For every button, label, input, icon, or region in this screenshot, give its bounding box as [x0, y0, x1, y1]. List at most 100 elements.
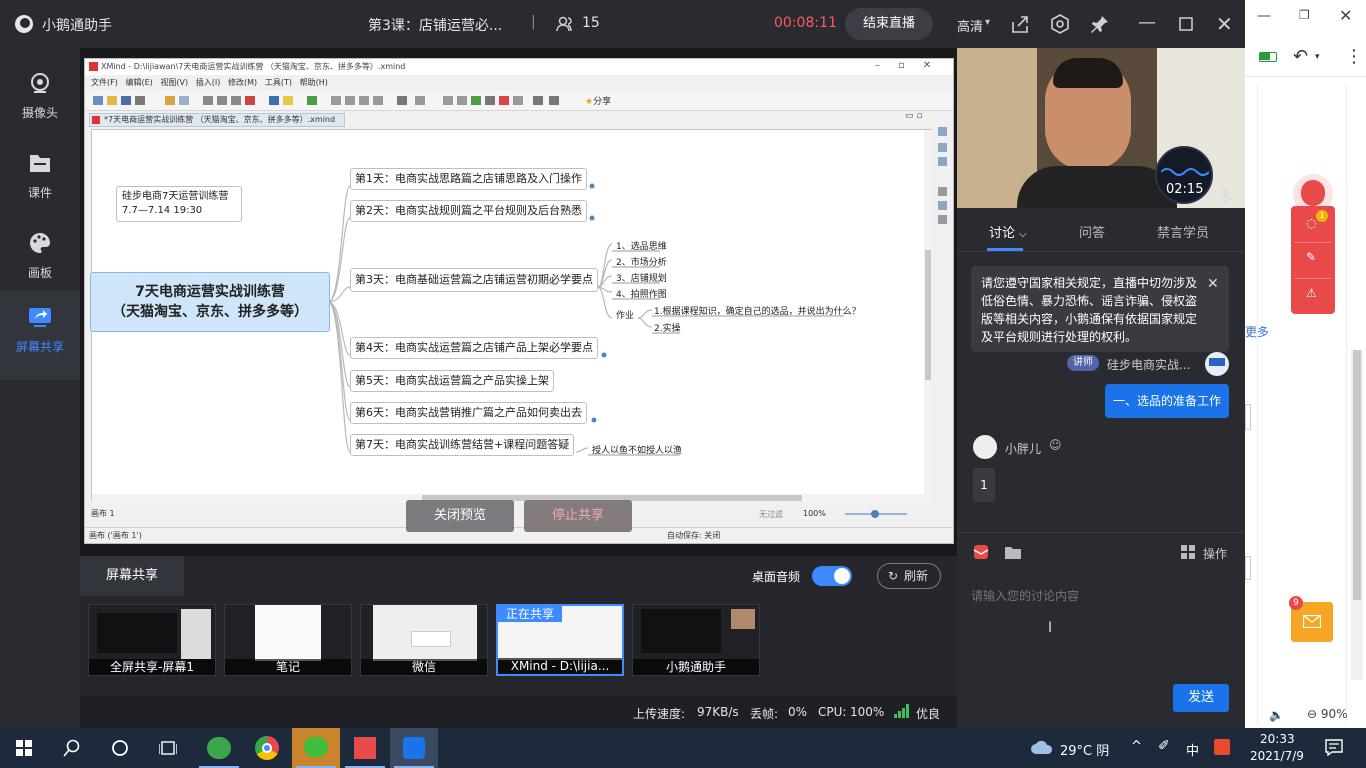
- sogou-icon[interactable]: [1214, 739, 1230, 755]
- more-icon[interactable]: ⋮: [1345, 46, 1363, 67]
- menu-insert[interactable]: 插入(I): [196, 78, 221, 87]
- subtopic-planning[interactable]: 3、店铺规划: [616, 271, 667, 284]
- menu-view[interactable]: 视图(V): [160, 78, 188, 87]
- homework-item-1[interactable]: 1.根据课程知识，确定自己的选品，并说出为什么？: [654, 304, 861, 317]
- close-notice-icon[interactable]: ✕: [1207, 276, 1219, 292]
- stop-share-button[interactable]: 停止共享: [524, 500, 632, 532]
- topic-day-7[interactable]: 第7天：电商实战训练营结营+课程问题答疑: [350, 434, 575, 456]
- microphone-icon[interactable]: [1220, 188, 1232, 204]
- warning-icon[interactable]: ⚠: [1306, 286, 1317, 300]
- undo-icon[interactable]: ↶: [1293, 46, 1308, 67]
- tab-muted-students[interactable]: 禁言学员: [1157, 222, 1209, 241]
- subtopic-day7[interactable]: 授人以鱼不如授人以渔: [592, 443, 682, 456]
- menu-tools[interactable]: 工具(T): [265, 78, 292, 87]
- operations-button[interactable]: 操作: [1203, 545, 1227, 562]
- taskbar-app-chrome[interactable]: [243, 728, 291, 768]
- menu-help[interactable]: 帮助(H): [300, 78, 328, 87]
- close-icon[interactable]: ✕: [1216, 14, 1233, 34]
- topic-day-4[interactable]: 第4天：电商实战运营篇之店铺产品上架必学要点: [350, 337, 598, 359]
- taskbar-app-xiaoe[interactable]: [390, 728, 438, 768]
- tab-discussion[interactable]: 讨论 ⌵: [989, 222, 1027, 241]
- ime-indicator[interactable]: 中: [1186, 740, 1199, 759]
- subtopic-photo[interactable]: 4、拍照作图: [616, 287, 667, 300]
- menu-edit[interactable]: 编辑(E): [125, 78, 152, 87]
- taskbar-app-xmind[interactable]: [341, 728, 389, 768]
- end-live-button[interactable]: 结束直播: [845, 8, 933, 40]
- subtopic-selection[interactable]: 1、选品思维: [616, 239, 667, 252]
- menu-modify[interactable]: 修改(M): [228, 78, 257, 87]
- topic-day-6[interactable]: 第6天：电商实战营销推广篇之产品如何卖出去: [350, 402, 587, 424]
- pen-icon[interactable]: ✐: [1158, 738, 1170, 754]
- bg-close-icon[interactable]: ✕: [1339, 6, 1352, 25]
- clock-time[interactable]: 20:33: [1260, 732, 1295, 746]
- tray-chevron-icon[interactable]: ^: [1131, 739, 1142, 754]
- canvas-vertical-scrollbar[interactable]: [924, 130, 932, 502]
- cortana-icon[interactable]: [111, 739, 129, 757]
- search-icon[interactable]: [63, 739, 81, 757]
- share-out-icon[interactable]: [1010, 14, 1030, 34]
- refresh-button[interactable]: ↻ 刷新: [877, 563, 941, 589]
- subtopic-homework[interactable]: 作业: [616, 308, 634, 321]
- topic-day-3[interactable]: 第3天：电商基础运营篇之店铺运营初期必学要点: [350, 268, 598, 292]
- pin-icon[interactable]: [1090, 14, 1110, 34]
- homework-item-2[interactable]: 2.实操: [654, 321, 681, 334]
- minimize-icon[interactable]: —: [1138, 14, 1156, 32]
- send-button[interactable]: 发送: [1173, 684, 1229, 712]
- subtopic-market[interactable]: 2、市场分析: [616, 255, 667, 268]
- folder-icon[interactable]: [1005, 545, 1021, 559]
- notification-center-icon[interactable]: [1325, 739, 1343, 756]
- clock-date[interactable]: 2021/7/9: [1250, 749, 1304, 763]
- topic-day-2[interactable]: 第2天：电商实战规则篇之平台规则及后台熟悉: [350, 200, 587, 222]
- share-source-xmind[interactable]: 正在共享 XMind - D:\lijia...: [496, 604, 624, 676]
- floating-toolbar: ◌ 1 ✎ ⚠: [1291, 206, 1335, 314]
- quality-select[interactable]: 高清: [957, 16, 983, 35]
- zoom-indicator[interactable]: ⊖ 90%: [1307, 707, 1348, 721]
- xmind-document-tab[interactable]: *7天电商运营实战训练营 （天猫淘宝、京东、拼多多等）.xmind: [89, 113, 345, 127]
- speaker-icon[interactable]: 🔈: [1269, 708, 1284, 722]
- floating-topic[interactable]: 硅步电商7天运营训练营 7.7—7.14 19:30: [116, 186, 242, 222]
- xmind-share-button[interactable]: ★分享: [585, 94, 611, 107]
- red-packet-icon[interactable]: [973, 544, 989, 560]
- xmind-side-panel[interactable]: [935, 121, 951, 531]
- sidebar-item-whiteboard[interactable]: 画板: [0, 216, 80, 296]
- xmind-window-controls[interactable]: –▫✕: [875, 60, 949, 71]
- windows-start-icon[interactable]: [16, 740, 32, 756]
- weather-text[interactable]: 29°C 阴: [1060, 740, 1109, 759]
- discussion-input[interactable]: [971, 584, 1231, 608]
- toolbar-icons[interactable]: [93, 95, 573, 107]
- bg-scrollbar[interactable]: [1351, 350, 1363, 680]
- chat-bubble-icon[interactable]: ◌: [1306, 216, 1316, 230]
- gear-icon[interactable]: [1050, 14, 1070, 34]
- chevron-down-icon[interactable]: ▾: [1315, 52, 1320, 62]
- bg-restore-icon[interactable]: ❐: [1299, 8, 1310, 22]
- windows-taskbar: 29°C 阴 ^ ✐ 中 20:33 2021/7/9: [0, 728, 1366, 768]
- canvas-window-controls[interactable]: ▭ ▫: [905, 111, 922, 121]
- maximize-icon[interactable]: [1179, 17, 1193, 31]
- topic-day-1[interactable]: 第1天：电商实战思路篇之店铺思路及入门操作: [350, 168, 587, 190]
- share-source-wechat[interactable]: 微信: [360, 604, 488, 676]
- mindmap-canvas[interactable]: 7天电商运营实战训练营 （天猫淘宝、京东、拼多多等） 硅步电商7天运营训练营 7…: [90, 129, 932, 502]
- edit-icon[interactable]: ✎: [1306, 250, 1316, 264]
- taskbar-app-browser[interactable]: [195, 728, 243, 768]
- chevron-down-icon: ⌵: [1019, 229, 1027, 240]
- tab-screen-share[interactable]: 屏幕共享: [80, 556, 184, 596]
- bg-minimize-icon[interactable]: —: [1257, 8, 1271, 24]
- chevron-down-icon[interactable]: ▾: [985, 18, 990, 28]
- share-source-notes[interactable]: 笔记: [224, 604, 352, 676]
- desktop-audio-toggle[interactable]: [812, 566, 852, 586]
- sidebar-item-camera[interactable]: 摄像头: [0, 56, 80, 136]
- central-topic[interactable]: 7天电商运营实战训练营 （天猫淘宝、京东、拼多多等）: [90, 272, 330, 332]
- task-view-icon[interactable]: [159, 739, 177, 757]
- grid-icon[interactable]: [1181, 545, 1195, 559]
- zoom-slider[interactable]: [837, 509, 917, 519]
- tab-qa[interactable]: 问答: [1079, 222, 1105, 241]
- more-link[interactable]: 更多: [1245, 323, 1269, 340]
- close-preview-button[interactable]: 关闭预览: [406, 500, 514, 532]
- share-source-xiaoe[interactable]: 小鹅通助手: [632, 604, 760, 676]
- sidebar-item-courseware[interactable]: 课件: [0, 136, 80, 216]
- sidebar-item-screen-share[interactable]: 屏幕共享: [0, 290, 80, 380]
- share-source-fullscreen[interactable]: 全屏共享-屏幕1: [88, 604, 216, 676]
- taskbar-app-wechat[interactable]: [292, 728, 340, 768]
- menu-file[interactable]: 文件(F): [91, 78, 118, 87]
- topic-day-5[interactable]: 第5天：电商实战运营篇之产品实操上架: [350, 370, 554, 392]
